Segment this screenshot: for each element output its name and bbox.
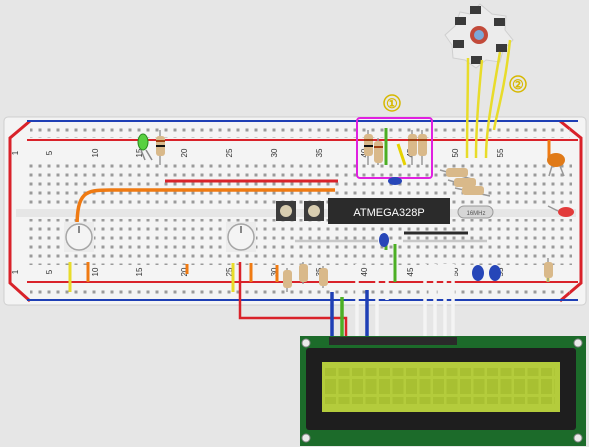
column-number: 5 — [45, 269, 54, 274]
potentiometer-1 — [64, 222, 94, 252]
atmega-chip: ATMEGA328P — [328, 198, 450, 224]
column-number: 30 — [270, 148, 279, 157]
capacitor-top — [388, 177, 402, 185]
column-number: 10 — [91, 267, 100, 276]
column-number: 15 — [135, 267, 144, 276]
column-number: 1 — [11, 150, 20, 155]
column-number: 50 — [451, 148, 460, 157]
circuit-diagram: 1510152025303540455055 15101520253035404… — [3, 3, 587, 446]
column-number: 55 — [496, 148, 505, 157]
bottom-rail-holes — [30, 285, 570, 299]
rgb-led-module — [444, 3, 514, 69]
column-number: 45 — [406, 267, 415, 276]
lcd-module — [300, 336, 586, 446]
crystal-label: 16MHz — [466, 211, 485, 217]
column-number: 25 — [225, 148, 234, 157]
marker-2-label: ② — [512, 77, 524, 92]
upper-terminal-holes — [24, 160, 572, 206]
lcd-header-pins — [329, 337, 457, 345]
column-number: 5 — [45, 150, 54, 155]
atmega-chip-label: ATMEGA328P — [353, 207, 424, 219]
column-number: 40 — [360, 267, 369, 276]
pushbutton-1 — [276, 201, 296, 221]
column-number: 10 — [91, 148, 100, 157]
crystal: 16MHz — [457, 205, 494, 219]
marker-1-label: ① — [386, 96, 398, 111]
pushbutton-2 — [304, 201, 324, 221]
column-number: 20 — [180, 148, 189, 157]
potentiometer-2 — [226, 222, 256, 252]
column-number: 1 — [11, 269, 20, 274]
lcd-character-cells — [325, 368, 555, 404]
column-number: 35 — [315, 148, 324, 157]
